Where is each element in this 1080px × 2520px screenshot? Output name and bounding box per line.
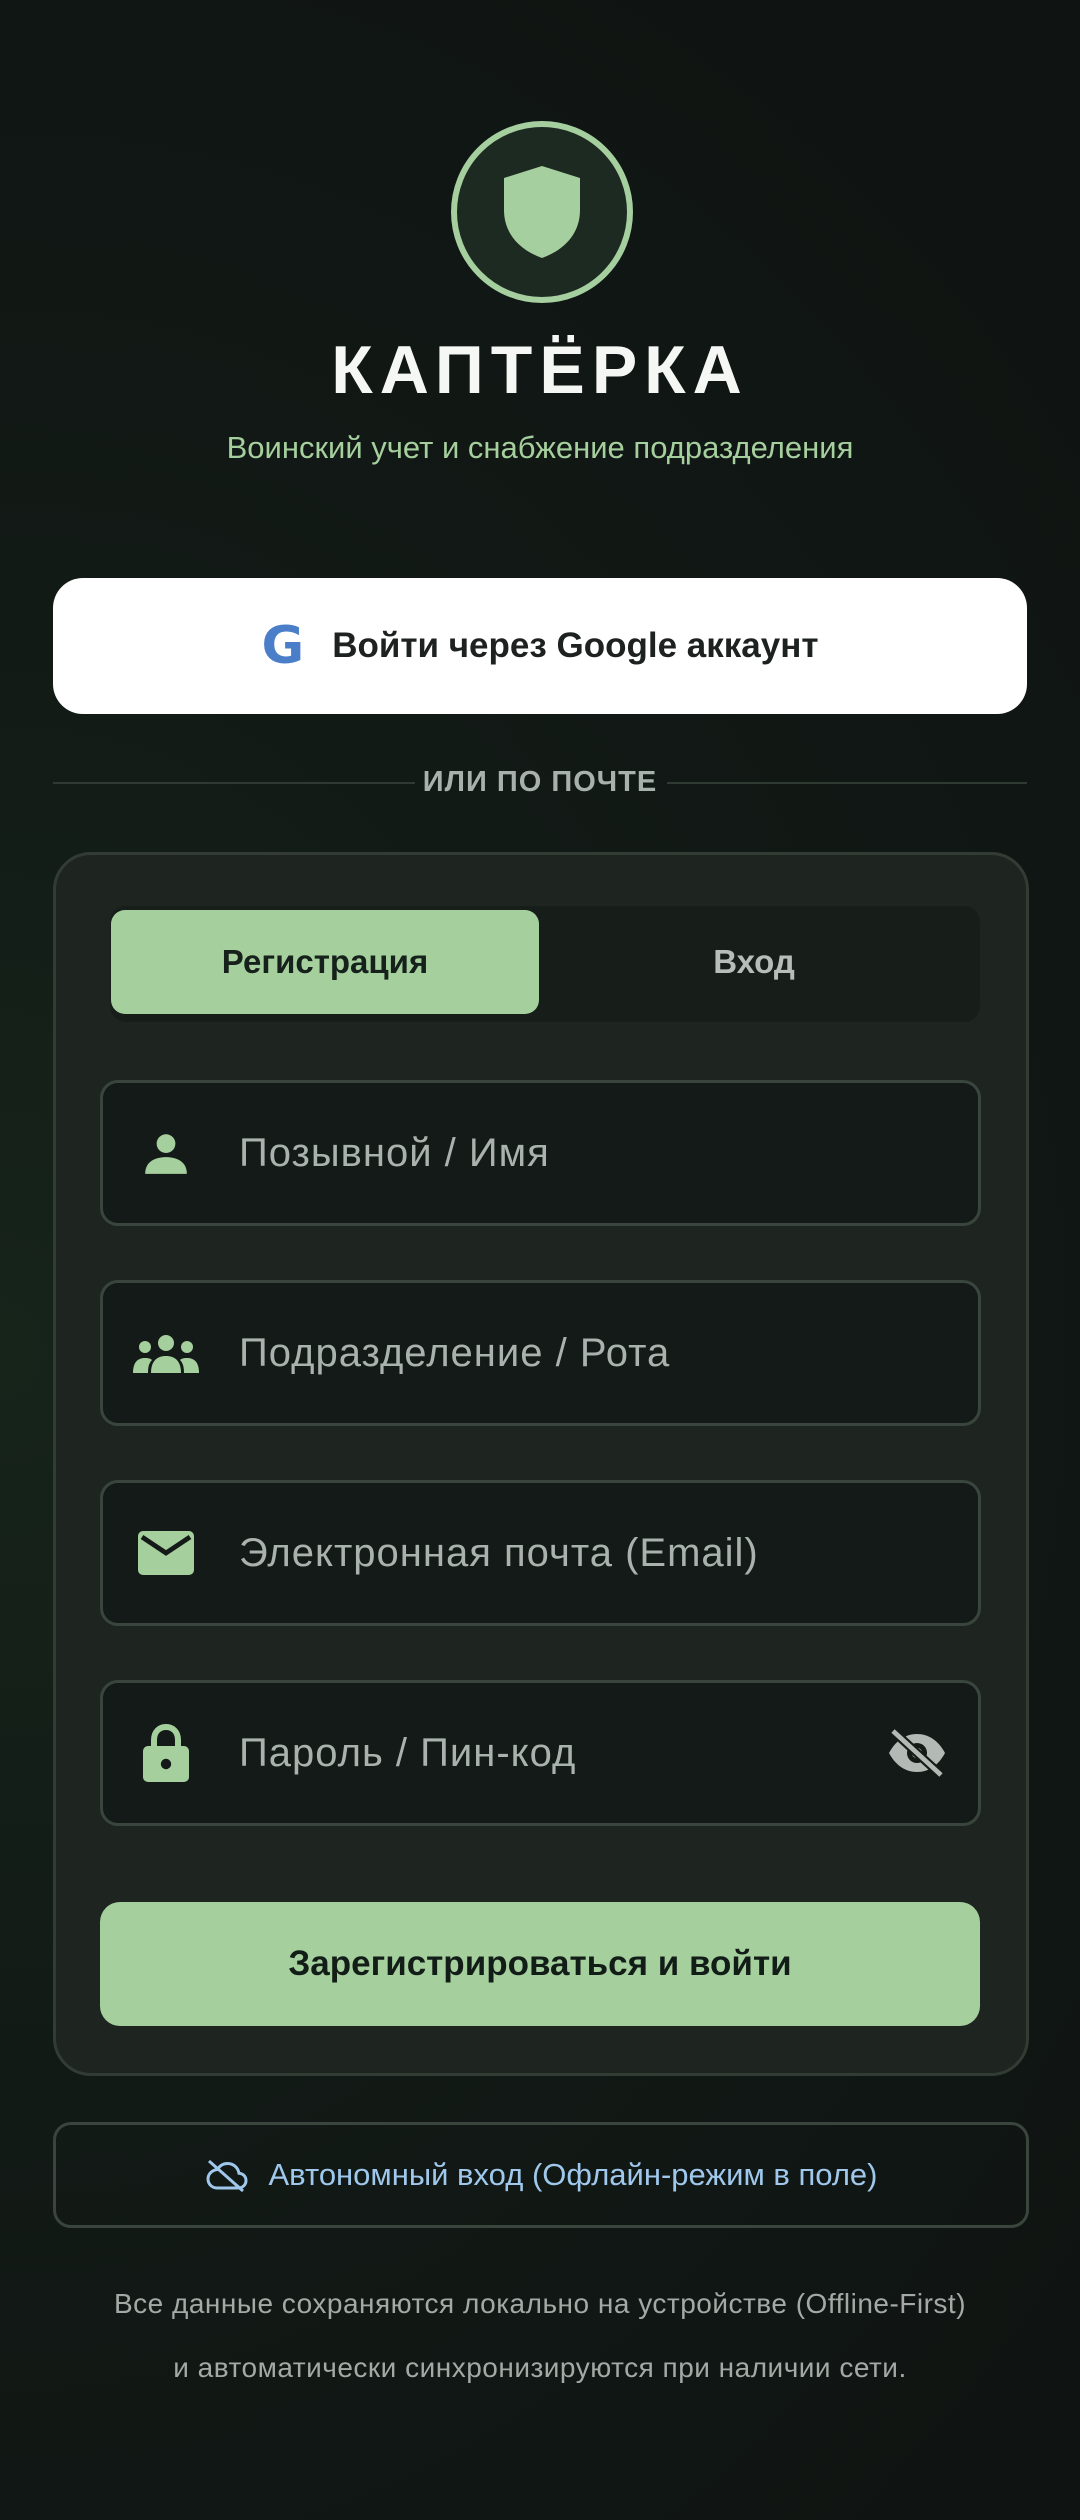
eye-off-icon[interactable] [884,1720,950,1786]
name-input[interactable] [239,1083,879,1223]
cloud-off-icon [205,2159,248,2192]
tab-login[interactable]: Вход [540,910,968,1014]
shield-icon [504,166,580,258]
lock-icon [133,1720,199,1786]
register-submit-button[interactable]: Зарегистрироваться и войти [100,1902,980,2026]
app-title: КАПТЁРКА [331,332,749,408]
mail-icon [133,1520,199,1586]
google-icon: G [261,616,305,676]
tab-register[interactable]: Регистрация [111,910,539,1014]
person-icon [133,1120,199,1186]
offline-login-button[interactable]: Автономный вход (Офлайн-режим в поле) [53,2122,1029,2228]
app-subtitle: Воинский учет и снабжение подразделения [226,430,854,465]
email-input[interactable] [239,1483,879,1623]
password-input[interactable] [239,1683,879,1823]
footer-note-line2: и автоматически синхронизируются при нал… [173,2352,907,2383]
group-icon [133,1320,199,1386]
divider-text: ИЛИ ПО ПОЧТЕ [422,766,658,798]
password-field [100,1680,981,1826]
name-field [100,1080,981,1226]
google-signin-label: Войти через Google аккаунт [332,626,819,665]
auth-card [53,852,1029,2076]
google-signin-button[interactable]: G Войти через Google аккаунт [53,578,1027,714]
unit-input[interactable] [239,1283,879,1423]
email-field [100,1480,981,1626]
footer-note-line1: Все данные сохраняются локально на устро… [113,2288,967,2319]
unit-field [100,1280,981,1426]
app-logo [451,121,633,303]
offline-login-label: Автономный вход (Офлайн-режим в поле) [268,2157,878,2192]
